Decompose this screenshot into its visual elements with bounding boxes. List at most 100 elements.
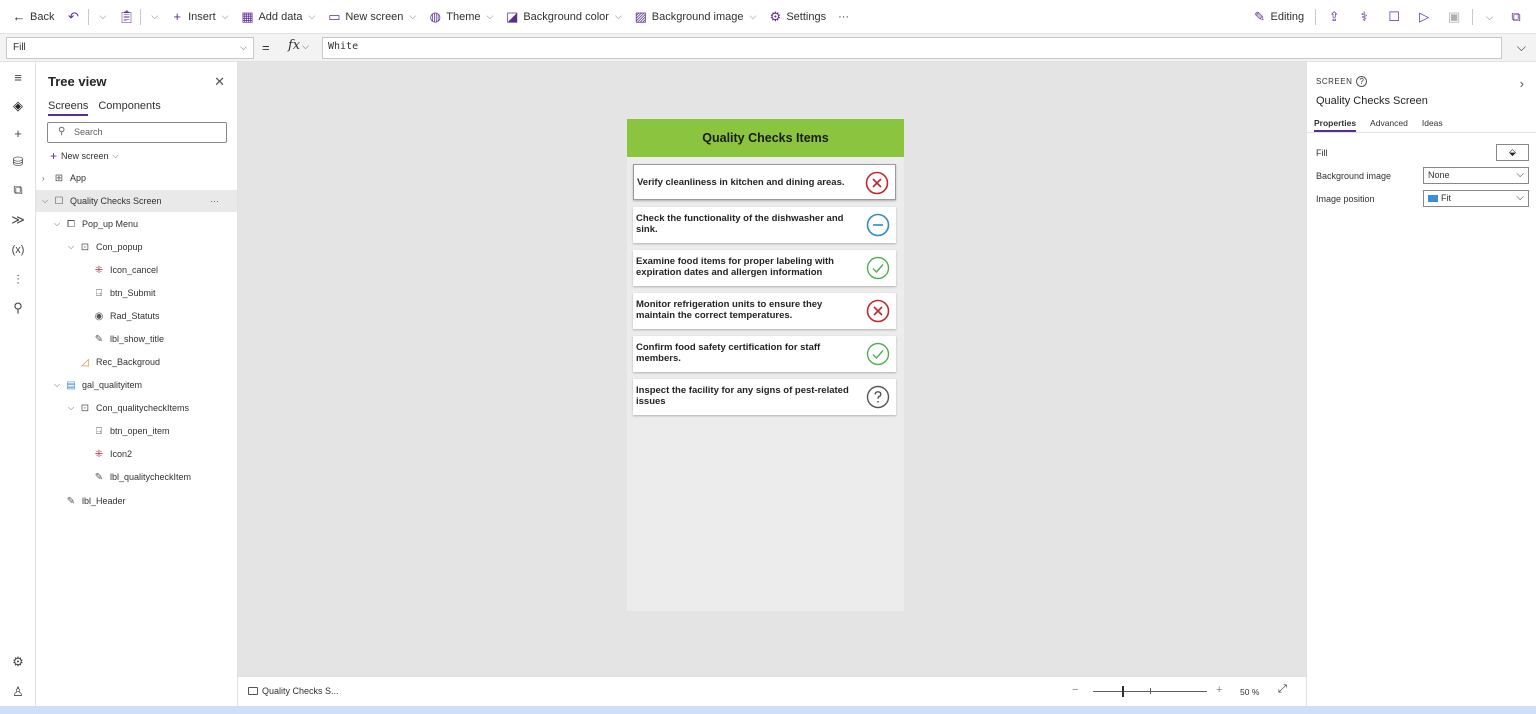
command-bar: ← Back ↶ ⌵ 📋︎ ⌵ + Insert ⌵ ▦ Add data ⌵ ▭ New … [0,0,1536,34]
add-data-button[interactable]: ▦ Add data ⌵ [234,4,321,30]
image-icon: ▨ [634,8,647,24]
comments-button[interactable]: ☐ [1380,4,1408,30]
tree-node-icon2[interactable]: ⁜ Icon2 [36,443,237,465]
app-screen-preview[interactable]: Quality Checks Items Verify cleanliness … [627,119,904,611]
tree-node-con-qualitycheckitems[interactable]: ⌵ ⊡ Con_qualitycheckItems [36,397,237,419]
collapse-panel-icon[interactable]: › [1520,76,1524,91]
media-icon[interactable]: ⧉ [0,178,36,202]
expand-formula-icon[interactable]: ⌵ [1517,40,1526,55]
paste-button[interactable]: 📋︎ [112,4,138,30]
data-icon[interactable]: ⛁ [0,150,36,174]
quality-item[interactable]: Confirm food safety certification for st… [633,336,896,372]
menu-icon[interactable]: ≡ [0,66,36,90]
tree-node-btn-open-item[interactable]: ⍈ btn_open_item [36,420,237,442]
image-position-dropdown[interactable]: Fit ⌵ [1423,190,1529,207]
tree-node-icon-cancel[interactable]: ⁜ Icon_cancel [36,259,237,281]
fx-button[interactable]: fx ⌵ [288,38,309,53]
tree-node-lbl-qualitycheckitem[interactable]: ✎ lbl_qualitycheckItem [36,466,237,488]
zoom-value: 50 % [1240,687,1260,697]
tree-search-input[interactable]: ⚲ Search [47,122,227,143]
question-circle-icon[interactable] [866,385,890,409]
quality-item[interactable]: Monitor refrigeration units to ensure th… [633,293,896,329]
cancel-circle-icon[interactable] [866,299,890,323]
tree-node-quality-checks-screen[interactable]: ⌵ ☐ Quality Checks Screen ··· [36,190,237,212]
background-image-button[interactable]: ▨ Background image ⌵ [628,4,763,30]
paste-dropdown[interactable]: ⌵ [143,4,164,30]
more-options-icon[interactable]: ··· [210,196,219,206]
minus-circle-icon[interactable] [866,213,890,237]
quality-item[interactable]: Verify cleanliness in kitchen and dining… [633,164,896,200]
quality-item[interactable]: Inspect the facility for any signs of pe… [633,379,896,415]
editing-indicator[interactable]: ✎ Editing [1246,4,1312,30]
background-image-dropdown[interactable]: None ⌵ [1423,167,1529,184]
settings-icon[interactable]: ⚙ [0,650,36,674]
zoom-out-button[interactable]: − [1072,684,1078,696]
tree-node-gal-qualityitem[interactable]: ⌵ ▤ gal_qualityitem [36,374,237,396]
preview-button[interactable]: ▷ [1410,4,1438,30]
fit-to-window-icon[interactable]: ⤢ [1278,683,1287,696]
save-button[interactable]: ▣ [1440,4,1468,30]
chevron-down-icon: ⌵ [68,403,75,412]
stethoscope-icon: ⚕ [1360,9,1368,24]
property-dropdown[interactable]: Fill ⌵ [6,37,254,59]
new-screen-button[interactable]: ▭ New screen ⌵ [321,4,422,30]
app-checker-button[interactable]: ⚕ [1350,4,1378,30]
tab-advanced[interactable]: Advanced [1370,118,1408,132]
variables-icon[interactable]: (x) [0,238,36,262]
divider [140,8,142,25]
insert-button[interactable]: + Insert ⌵ [164,4,234,30]
undo-button[interactable]: ↶ [60,4,86,30]
close-icon[interactable]: ✕ [214,74,225,90]
back-button[interactable]: ← Back [6,4,60,30]
app-header[interactable]: Quality Checks Items [627,119,904,157]
zoom-slider-thumb[interactable] [1121,686,1124,697]
quality-item[interactable]: Check the functionality of the dishwashe… [633,207,896,243]
tree-node-rec-backgroud[interactable]: ◿ Rec_Backgroud [36,351,237,373]
tree-node-app[interactable]: › ⊞ App [36,167,237,189]
chevron-down-icon: ⌵ [151,11,159,21]
cancel-circle-icon[interactable] [865,171,889,195]
chevron-right-icon: › [42,173,45,183]
tree-node-lbl-header[interactable]: ✎ lbl_Header [36,490,237,512]
check-circle-icon[interactable] [866,256,890,280]
background-color-button[interactable]: ◪ Background color ⌵ [499,4,627,30]
publish-icon: ⧉ [1511,9,1521,24]
chevron-down-icon: ⌵ [308,11,316,21]
tab-components[interactable]: Components [98,100,160,116]
chevron-down-icon: ⌵ [749,11,757,21]
tree-view-icon[interactable]: ◈ [0,94,36,118]
formula-input[interactable]: White [322,37,1502,59]
tree-node-con-popup[interactable]: ⌵ ⊡ Con_popup [36,236,237,258]
selected-control-name: Quality Checks Screen [1316,95,1428,107]
advanced-tools-icon[interactable]: ⫶ [0,268,36,292]
zoom-in-button[interactable]: + [1216,684,1222,696]
tab-ideas[interactable]: Ideas [1422,118,1443,132]
power-automate-icon[interactable]: ≫ [0,208,36,232]
tree-node-popup-menu[interactable]: ⌵ ⧠ Pop_up Menu [36,213,237,235]
chevron-down-icon: ⌵ [112,151,119,160]
check-circle-icon[interactable] [866,342,890,366]
fill-color-picker[interactable]: ⬙ [1496,144,1529,161]
status-bar: Quality Checks S... − + 50 % ⤢ [238,676,1306,706]
search-icon[interactable]: ⚲ [0,296,36,320]
new-screen-button[interactable]: + New screen ⌵ [50,149,119,163]
share-button[interactable]: ⇪ [1320,4,1348,30]
tab-properties[interactable]: Properties [1314,118,1357,132]
screen-selector[interactable]: Quality Checks S... [248,686,339,696]
tree-node-btn-submit[interactable]: ⍈ btn_Submit [36,282,237,304]
quality-item[interactable]: Examine food items for proper labeling w… [633,250,896,286]
help-icon[interactable]: ? [1356,76,1368,87]
tree-node-rad-statuts[interactable]: ◉ Rad_Statuts [36,305,237,327]
account-icon[interactable]: ♙ [0,680,36,704]
insert-icon[interactable]: + [0,122,36,146]
more-button[interactable]: ··· [832,4,855,30]
save-dropdown[interactable]: ⌵ [1477,4,1500,30]
theme-button[interactable]: ◍ Theme ⌵ [422,4,499,30]
tab-screens[interactable]: Screens [48,100,89,116]
publish-button[interactable]: ⧉ [1502,4,1530,30]
undo-dropdown[interactable]: ⌵ [91,4,112,30]
tree-node-lbl-show-title[interactable]: ✎ lbl_show_title [36,328,237,350]
chevron-down-icon: ⌵ [54,219,61,228]
settings-button[interactable]: ⚙ Settings [762,4,832,30]
divider [1472,9,1474,25]
